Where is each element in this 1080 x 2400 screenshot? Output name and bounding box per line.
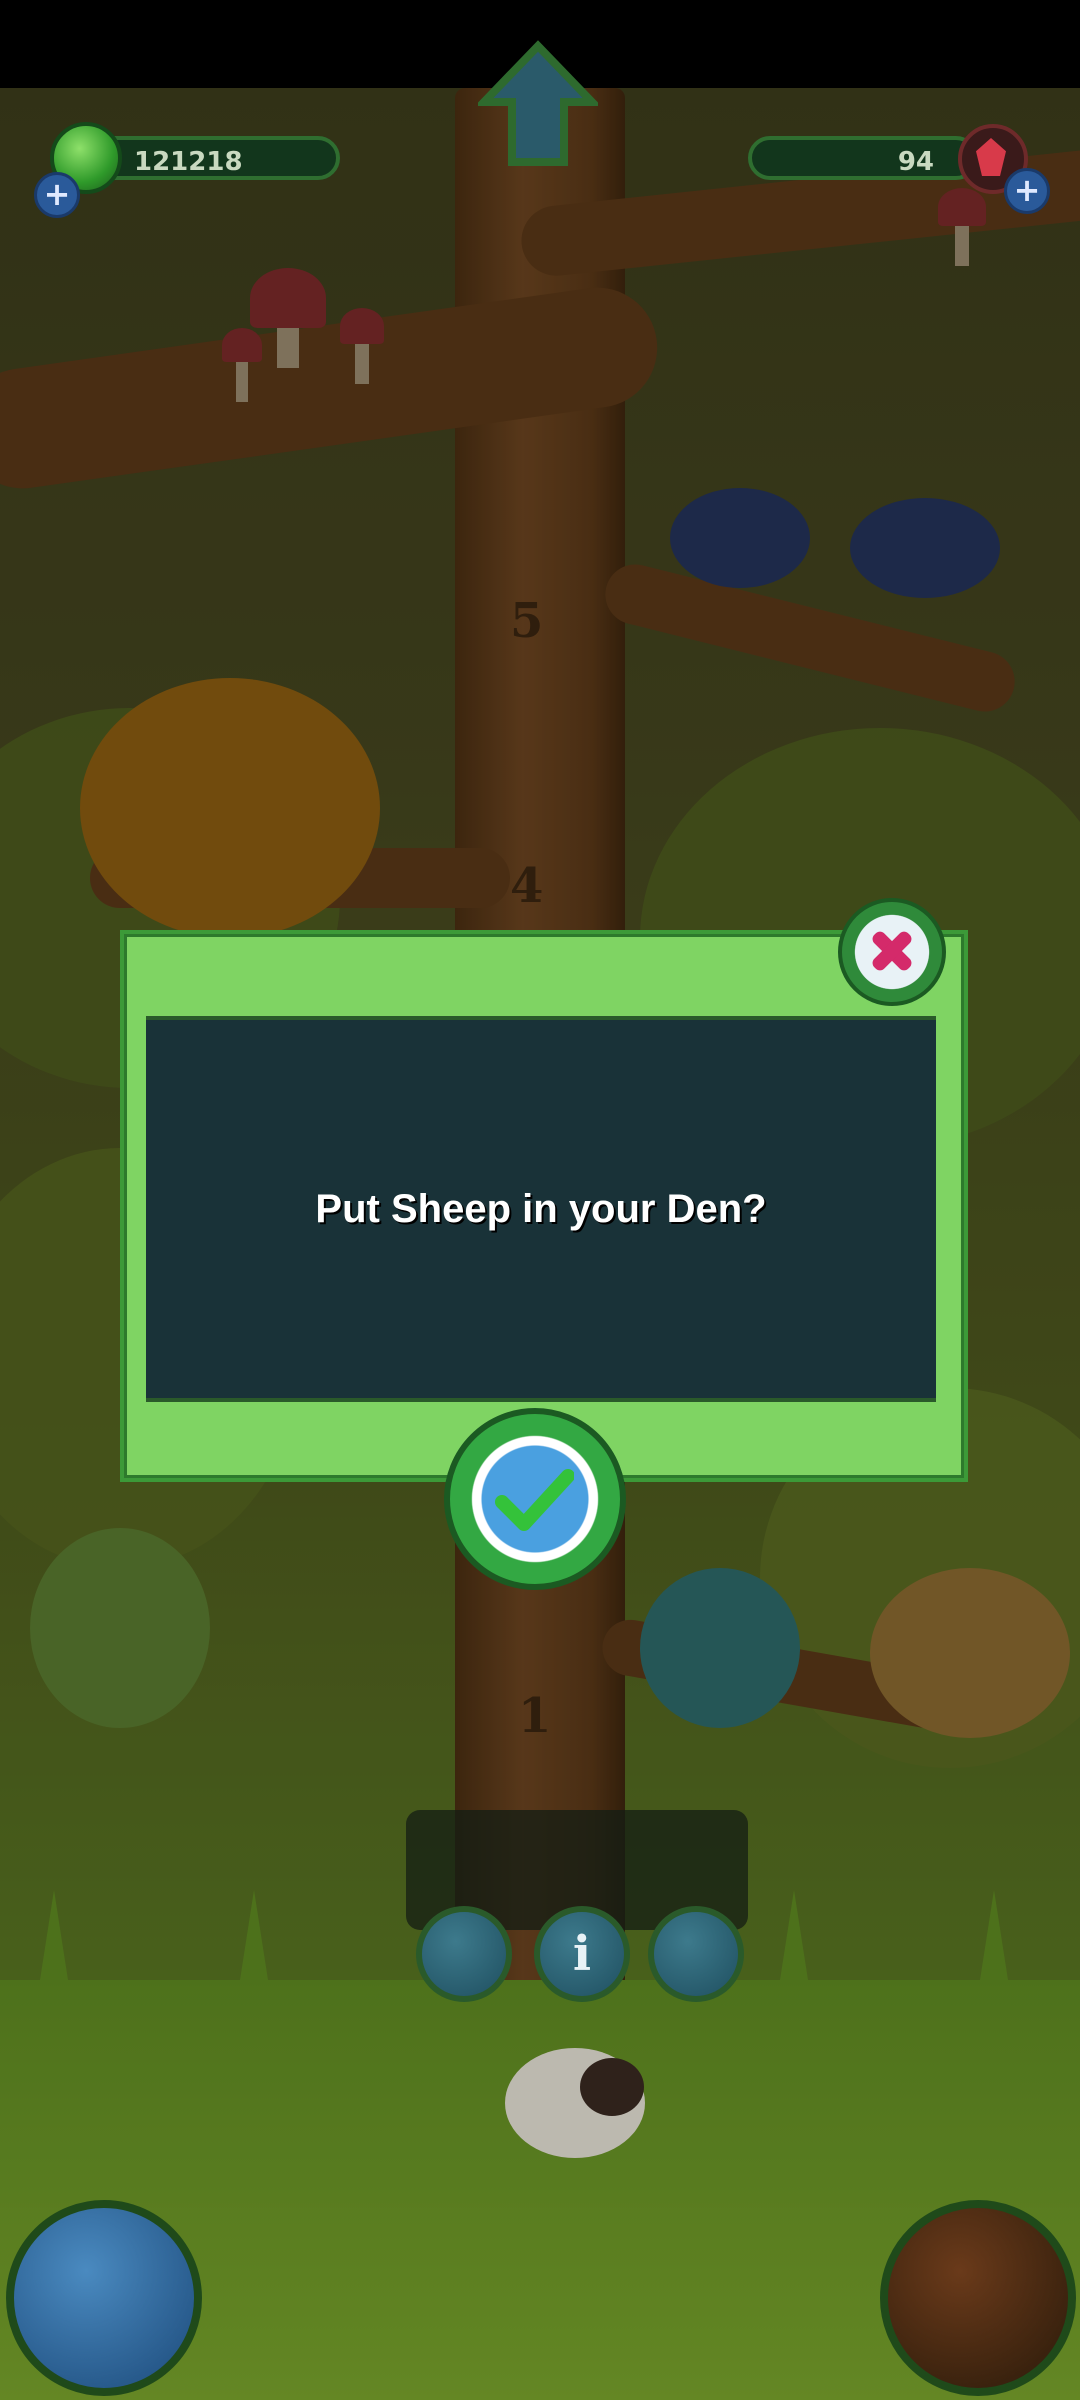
dialog-message: Put Sheep in your Den? — [315, 1186, 767, 1231]
confirm-dialog: Put Sheep in your Den? — [120, 930, 968, 1482]
confirm-button[interactable] — [444, 1408, 626, 1590]
gem-counter: 94 — [748, 136, 978, 180]
den-icon[interactable] — [648, 1906, 744, 2002]
info-icon[interactable]: i — [534, 1906, 630, 2002]
coin-count: 121218 — [134, 147, 243, 177]
add-coins-plus-icon[interactable]: + — [34, 172, 80, 218]
globe-icon[interactable] — [6, 2200, 202, 2396]
home-arrow-icon[interactable] — [478, 40, 598, 170]
gem-count: 94 — [897, 147, 934, 177]
net-icon[interactable] — [416, 1906, 512, 2002]
checkmark-icon — [495, 1469, 574, 1531]
house-icon[interactable] — [880, 2200, 1076, 2396]
dialog-panel: Put Sheep in your Den? — [146, 1016, 936, 1402]
add-gems-plus-icon[interactable]: + — [1004, 168, 1050, 214]
close-x-icon[interactable] — [838, 898, 946, 1006]
